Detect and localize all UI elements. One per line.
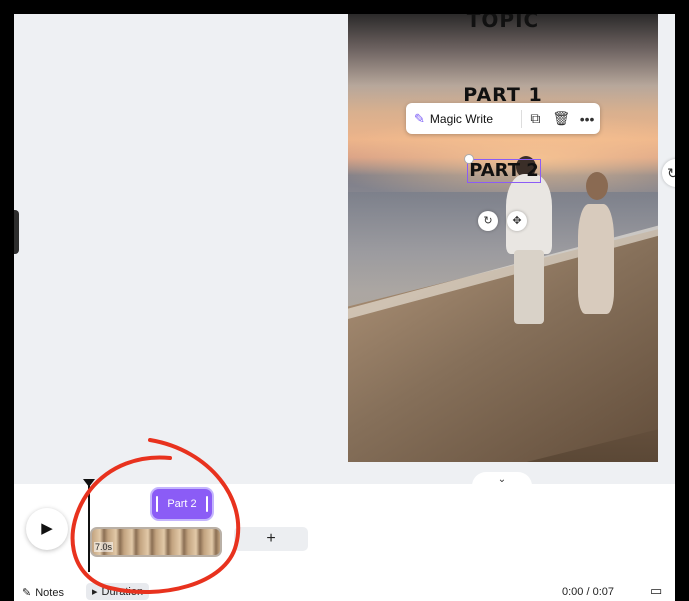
duration-icon: ▸ — [92, 586, 98, 598]
refresh-icon[interactable]: ↻ — [662, 159, 675, 187]
selected-text-box[interactable]: PART 2 — [464, 154, 541, 183]
duplicate-icon[interactable]: ⧉ — [522, 110, 548, 127]
text-clip-label: Part 2 — [167, 498, 197, 510]
editor-window: TOPIC PART 1 PART 2 ↻ ✥ ✎ Magic Write ⧉ … — [14, 14, 675, 601]
notes-icon: ✎ — [22, 587, 32, 599]
magic-write-label: Magic Write — [429, 111, 494, 126]
time-readout: 0:00 / 0:07 — [562, 586, 614, 598]
duration-button[interactable]: ▸ Duration — [86, 583, 150, 600]
playhead-line[interactable] — [88, 484, 90, 572]
floating-toolbar: ✎ Magic Write ⧉ 🗑 ••• — [406, 103, 600, 134]
design-page[interactable]: TOPIC PART 1 PART 2 ↻ ✥ — [348, 14, 658, 462]
duration-label: Duration — [101, 585, 144, 598]
more-options-icon[interactable]: ••• — [574, 111, 600, 127]
couple-man-legs — [514, 250, 544, 324]
trash-icon[interactable]: 🗑 — [548, 110, 574, 127]
video-clip-duration: 7.0s — [94, 542, 114, 552]
move-icon[interactable]: ✥ — [507, 211, 527, 231]
side-panel-toggle[interactable] — [14, 210, 19, 254]
magic-write-button[interactable]: ✎ Magic Write — [406, 111, 521, 127]
canvas-area: TOPIC PART 1 PART 2 ↻ ✥ ✎ Magic Write ⧉ … — [14, 14, 675, 486]
bottom-bar: ✎ Notes ▸ Duration 0:00 / 0:07 ▭ — [14, 582, 675, 601]
couple-woman-head — [586, 172, 608, 200]
notes-label: Notes — [35, 586, 64, 599]
couple-woman-body — [578, 204, 614, 314]
fullscreen-icon[interactable]: ▭ — [650, 583, 662, 599]
play-button[interactable]: ▶ — [26, 508, 68, 550]
video-clip[interactable]: 7.0s — [90, 527, 222, 557]
clip-right-handle[interactable] — [205, 496, 208, 512]
rotate-icon[interactable]: ↻ — [478, 211, 498, 231]
topic-text[interactable]: TOPIC — [348, 14, 658, 32]
magic-wand-icon: ✎ — [414, 110, 425, 126]
notes-button[interactable]: ✎ Notes — [22, 586, 64, 600]
clip-left-handle[interactable] — [156, 496, 158, 512]
part2-text[interactable]: PART 2 — [468, 161, 540, 181]
add-page-button[interactable]: + — [234, 527, 308, 551]
text-clip-part2[interactable]: Part 2 — [152, 489, 212, 519]
timeline-panel: ▶ Part 2 7.0s + ✎ Notes ▸ Duration 0:00 … — [14, 479, 675, 601]
